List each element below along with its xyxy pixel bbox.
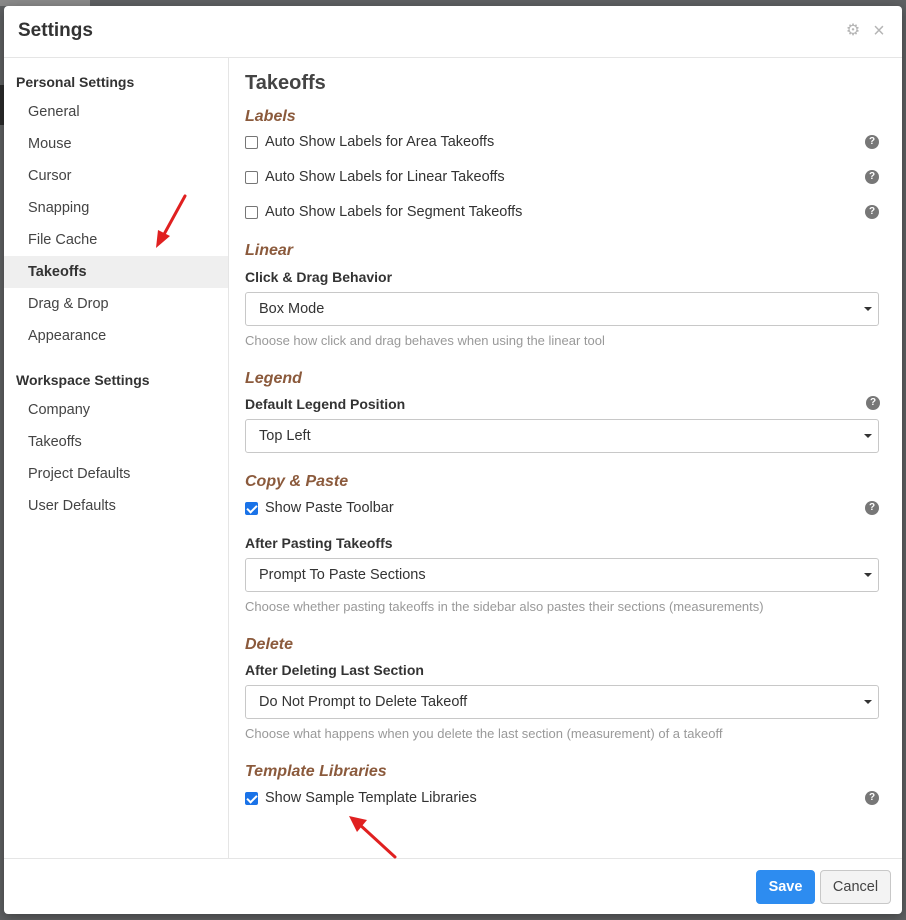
help-icon[interactable]: ? — [865, 170, 879, 184]
chevron-down-icon — [864, 700, 872, 704]
segment-labels-label: Auto Show Labels for Segment Takeoffs — [265, 204, 523, 220]
settings-content: Takeoffs Labels Auto Show Labels for Are… — [230, 58, 902, 858]
help-icon[interactable]: ? — [866, 396, 880, 410]
after-pasting-label: After Pasting Takeoffs — [245, 535, 393, 551]
default-legend-position-label: Default Legend Position — [245, 396, 406, 412]
section-title-labels: Labels — [245, 108, 296, 125]
linear-labels-label: Auto Show Labels for Linear Takeoffs — [265, 169, 505, 185]
help-icon[interactable]: ? — [865, 791, 879, 805]
after-pasting-value: Prompt To Paste Sections — [259, 567, 426, 583]
close-icon[interactable]: × — [870, 21, 888, 41]
annotation-arrow-takeoffs — [156, 194, 187, 248]
help-icon[interactable]: ? — [865, 205, 879, 219]
section-title-template-libraries: Template Libraries — [245, 763, 387, 780]
section-title-linear: Linear — [245, 242, 294, 259]
after-deleting-label: After Deleting Last Section — [245, 662, 424, 678]
sidebar-item-workspace-takeoffs[interactable]: Takeoffs — [4, 426, 228, 458]
workspace-settings-heading: Workspace Settings — [16, 372, 150, 388]
click-drag-behavior-value: Box Mode — [259, 301, 325, 317]
annotation-arrow-template-libraries — [349, 816, 397, 859]
show-sample-templates-label: Show Sample Template Libraries — [265, 790, 477, 806]
after-deleting-select[interactable]: Do Not Prompt to Delete Takeoff — [245, 685, 879, 719]
personal-settings-heading: Personal Settings — [16, 74, 135, 90]
click-drag-behavior-select[interactable]: Box Mode — [245, 292, 879, 326]
sidebar-item-company[interactable]: Company — [4, 394, 228, 426]
show-sample-templates-checkbox[interactable] — [245, 792, 258, 805]
area-labels-label: Auto Show Labels for Area Takeoffs — [265, 134, 495, 150]
sidebar-item-user-defaults[interactable]: User Defaults — [4, 490, 228, 522]
option-linear-labels: Auto Show Labels for Linear Takeoffs ? — [245, 167, 885, 187]
after-deleting-value: Do Not Prompt to Delete Takeoff — [259, 694, 468, 710]
sidebar-item-takeoffs[interactable]: Takeoffs — [4, 256, 228, 288]
sidebar-item-appearance[interactable]: Appearance — [4, 320, 228, 352]
sidebar-item-general[interactable]: General — [4, 96, 228, 128]
modal-footer: Save Cancel — [4, 858, 902, 914]
option-area-labels: Auto Show Labels for Area Takeoffs ? — [245, 132, 885, 152]
default-legend-position-value: Top Left — [259, 428, 311, 444]
chevron-down-icon — [864, 307, 872, 311]
gear-icon[interactable]: ⚙ — [844, 22, 862, 40]
show-paste-toolbar-checkbox[interactable] — [245, 502, 258, 515]
chevron-down-icon — [864, 434, 872, 438]
help-icon[interactable]: ? — [865, 501, 879, 515]
sidebar-item-mouse[interactable]: Mouse — [4, 128, 228, 160]
modal-title: Settings — [18, 20, 93, 41]
option-segment-labels: Auto Show Labels for Segment Takeoffs ? — [245, 202, 885, 222]
chevron-down-icon — [864, 573, 872, 577]
sidebar-item-cursor[interactable]: Cursor — [4, 160, 228, 192]
help-icon[interactable]: ? — [865, 135, 879, 149]
after-pasting-hint: Choose whether pasting takeoffs in the s… — [245, 599, 764, 614]
default-legend-position-select[interactable]: Top Left — [245, 419, 879, 453]
option-show-paste-toolbar: Show Paste Toolbar ? — [245, 498, 885, 518]
show-paste-toolbar-label: Show Paste Toolbar — [265, 500, 394, 516]
option-show-sample-templates: Show Sample Template Libraries ? — [245, 788, 885, 808]
modal-header: Settings ⚙ × — [4, 6, 902, 58]
page-title: Takeoffs — [245, 72, 326, 94]
after-deleting-hint: Choose what happens when you delete the … — [245, 726, 723, 741]
section-title-delete: Delete — [245, 636, 294, 653]
segment-labels-checkbox[interactable] — [245, 206, 258, 219]
section-title-copy-paste: Copy & Paste — [245, 473, 349, 490]
click-drag-behavior-hint: Choose how click and drag behaves when u… — [245, 333, 605, 348]
sidebar-item-project-defaults[interactable]: Project Defaults — [4, 458, 228, 490]
settings-sidebar: Personal Settings General Mouse Cursor S… — [4, 58, 229, 858]
settings-modal: Settings ⚙ × Personal Settings General M… — [4, 6, 902, 914]
click-drag-behavior-label: Click & Drag Behavior — [245, 269, 393, 285]
cancel-button[interactable]: Cancel — [820, 870, 891, 904]
linear-labels-checkbox[interactable] — [245, 171, 258, 184]
section-title-legend: Legend — [245, 370, 302, 387]
save-button[interactable]: Save — [756, 870, 815, 904]
sidebar-item-drag-drop[interactable]: Drag & Drop — [4, 288, 228, 320]
after-pasting-select[interactable]: Prompt To Paste Sections — [245, 558, 879, 592]
area-labels-checkbox[interactable] — [245, 136, 258, 149]
